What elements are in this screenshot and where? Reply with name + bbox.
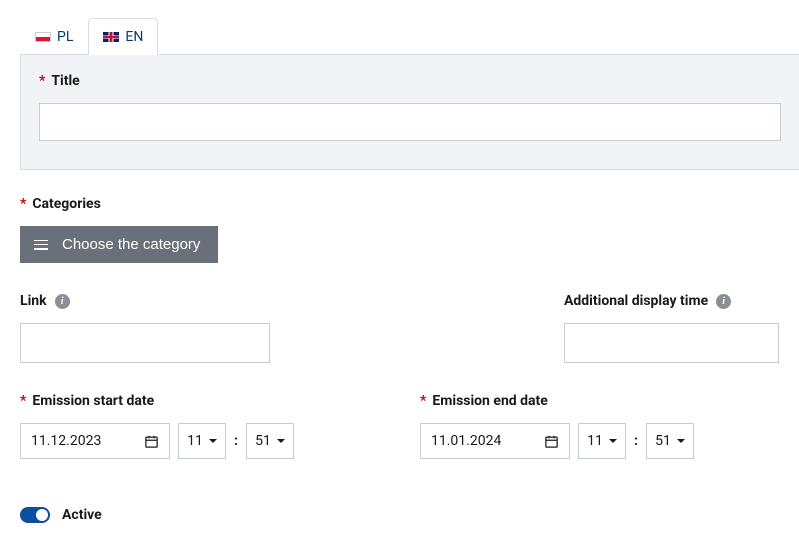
calendar-icon [544, 434, 559, 449]
tab-en[interactable]: EN [88, 18, 158, 55]
link-field: Link i [20, 293, 270, 363]
additional-display-time-input[interactable] [564, 323, 779, 363]
info-icon[interactable]: i [716, 294, 731, 309]
link-input[interactable] [20, 323, 270, 363]
emission-start-minute-select[interactable]: 51 [246, 423, 294, 459]
language-tabs: PL EN [20, 18, 799, 55]
time-separator: : [634, 433, 638, 449]
emission-end-hour-select[interactable]: 11 [578, 423, 626, 459]
tab-pl-label: PL [57, 29, 73, 45]
time-separator: : [234, 433, 238, 449]
emission-end-date-input[interactable]: 11.01.2024 [420, 423, 570, 459]
emission-start-label: * Emission start date [20, 393, 154, 409]
link-label: Link i [20, 293, 70, 309]
required-star-icon: * [20, 393, 26, 409]
emission-end-label: * Emission end date [420, 393, 548, 409]
title-input[interactable] [39, 103, 781, 141]
tab-pl[interactable]: PL [20, 18, 88, 55]
categories-section: * Categories Choose the category [18, 196, 799, 263]
additional-display-time-label: Additional display time i [564, 293, 731, 309]
emission-end-field: * Emission end date 11.01.2024 11 : 51 [420, 393, 720, 459]
toggle-knob [36, 509, 48, 521]
emission-end-minute-select[interactable]: 51 [646, 423, 694, 459]
flag-uk-icon [103, 32, 119, 42]
info-icon[interactable]: i [55, 294, 70, 309]
list-icon [34, 240, 48, 250]
emission-start-field: * Emission start date 11.12.2023 11 : 51 [20, 393, 320, 459]
choose-category-button[interactable]: Choose the category [20, 226, 218, 263]
flag-pl-icon [35, 32, 51, 42]
chevron-down-icon [277, 439, 285, 443]
tab-en-label: EN [125, 29, 143, 45]
calendar-icon [144, 434, 159, 449]
title-label: * Title [39, 73, 80, 89]
title-panel: * Title [20, 54, 799, 170]
required-star-icon: * [20, 196, 26, 212]
chevron-down-icon [677, 439, 685, 443]
required-star-icon: * [39, 73, 45, 89]
active-toggle[interactable] [20, 507, 50, 523]
emission-start-date-input[interactable]: 11.12.2023 [20, 423, 170, 459]
required-star-icon: * [420, 393, 426, 409]
categories-label: * Categories [20, 196, 101, 212]
active-label: Active [62, 507, 102, 523]
active-field: Active [18, 507, 799, 523]
chevron-down-icon [609, 439, 617, 443]
additional-display-time-field: Additional display time i [564, 293, 779, 363]
chevron-down-icon [209, 439, 217, 443]
emission-start-hour-select[interactable]: 11 [178, 423, 226, 459]
